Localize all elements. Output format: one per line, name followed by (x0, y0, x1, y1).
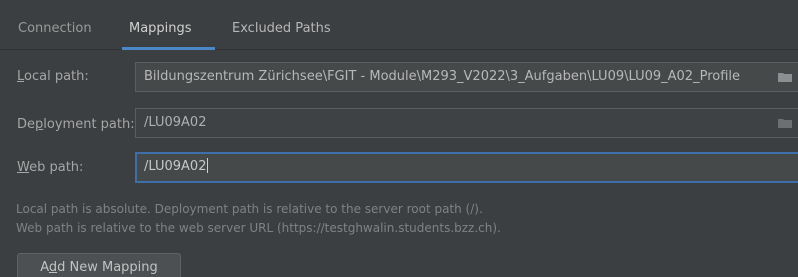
local-path-field[interactable]: Bildungszentrum Zürichsee\FGIT - Module\… (135, 62, 798, 92)
path-hint-line-1: Local path is absolute. Deployment path … (16, 202, 483, 216)
folder-icon[interactable] (778, 72, 792, 82)
deployment-path-value: /LU09A02 (144, 115, 207, 130)
web-path-field[interactable]: /LU09A02 (135, 152, 798, 183)
folder-icon[interactable] (778, 118, 792, 128)
active-tab-indicator (122, 47, 215, 50)
text-caret (207, 158, 209, 173)
tab-mappings[interactable]: Mappings (129, 0, 192, 50)
local-path-label: Local path: (17, 69, 89, 84)
tab-connection[interactable]: Connection (18, 0, 92, 50)
web-path-label: Web path: (17, 160, 84, 175)
add-new-mapping-button[interactable]: Add New Mapping (17, 253, 181, 277)
tab-excluded-paths[interactable]: Excluded Paths (232, 0, 331, 50)
web-path-value: /LU09A02 (144, 159, 207, 174)
tab-bar: Connection Mappings Excluded Paths (0, 0, 798, 50)
local-path-value: Bildungszentrum Zürichsee\FGIT - Module\… (144, 69, 741, 84)
path-hint-line-2: Web path is relative to the web server U… (16, 221, 501, 235)
deployment-path-field[interactable]: /LU09A02 (135, 108, 798, 138)
deployment-path-label: Deployment path: (17, 117, 135, 132)
deployment-mappings-panel: Connection Mappings Excluded Paths Local… (0, 0, 798, 277)
